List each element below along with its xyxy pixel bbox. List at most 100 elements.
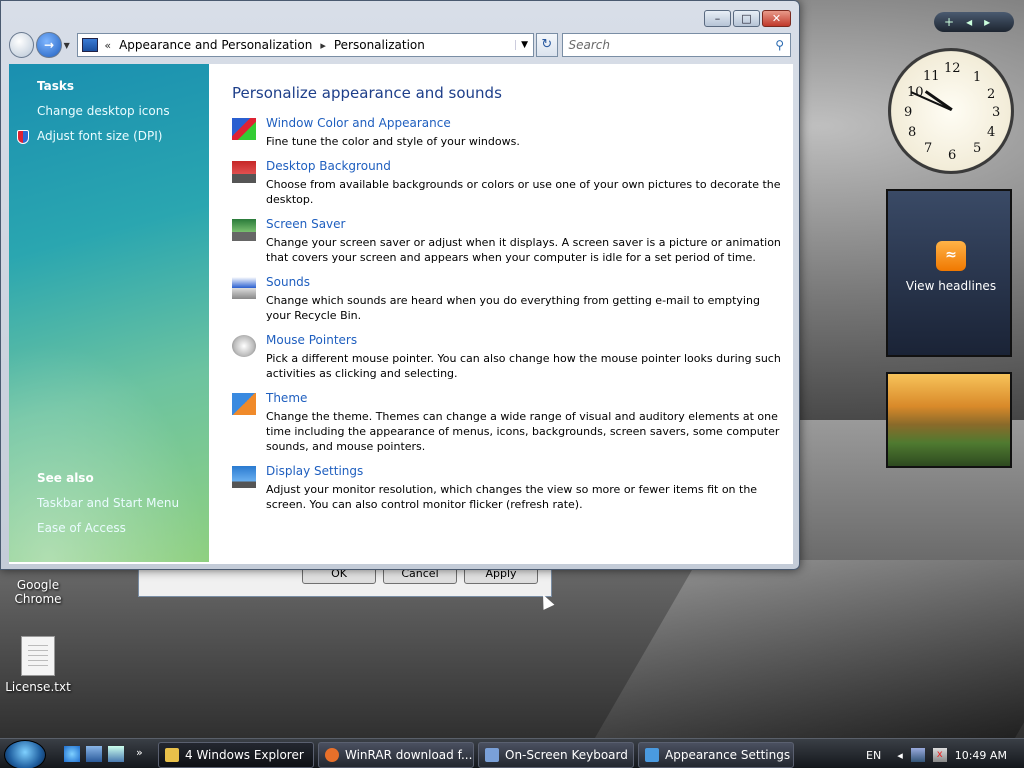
uac-shield-icon — [17, 130, 29, 144]
rss-feed-icon: ≈ — [936, 241, 966, 271]
firefox-icon — [325, 748, 339, 762]
address-bar[interactable]: « Appearance and Personalization ▸ Perso… — [77, 33, 535, 57]
see-also-ease-of-access[interactable]: Ease of Access — [37, 521, 126, 535]
address-dropdown-icon[interactable]: ▼ — [515, 40, 533, 50]
desktop-background-icon — [232, 161, 256, 183]
mouse-pointers-icon — [232, 335, 256, 357]
window-color-icon — [232, 118, 256, 140]
list-item: Mouse Pointers Pick a different mouse po… — [232, 333, 782, 381]
desktop-icon-label: License.txt — [5, 680, 71, 694]
folder-icon — [165, 748, 179, 762]
network-icon[interactable] — [910, 748, 925, 762]
sounds-icon — [232, 277, 256, 299]
internet-explorer-icon[interactable] — [64, 746, 80, 762]
taskbar-button-label: WinRAR download f... — [345, 748, 473, 762]
language-indicator[interactable]: EN — [866, 749, 881, 762]
close-button[interactable]: ✕ — [762, 10, 791, 27]
switch-windows-icon[interactable] — [108, 746, 124, 762]
recent-pages-dropdown-icon[interactable]: ▼ — [64, 41, 74, 50]
mouse-pointers-link[interactable]: Mouse Pointers — [266, 333, 782, 347]
quick-launch-overflow-icon[interactable]: » — [136, 746, 152, 762]
screen-saver-icon — [232, 219, 256, 241]
slideshow-gadget[interactable] — [886, 372, 1012, 468]
tasks-heading: Tasks — [37, 79, 75, 93]
screen-saver-link[interactable]: Screen Saver — [266, 217, 782, 231]
appearance-icon — [645, 748, 659, 762]
item-description: Change your screen saver or adjust when … — [266, 236, 781, 264]
tray-expand-icon[interactable]: ◂ — [897, 749, 903, 762]
desktop-icon-label: Google Chrome — [14, 578, 62, 606]
view-headlines-label[interactable]: View headlines — [888, 279, 1014, 293]
navigation-bar: → ▼ « Appearance and Personalization ▸ P… — [9, 31, 791, 59]
desktop-background-link[interactable]: Desktop Background — [266, 159, 782, 173]
taskbar-button-windows-explorer[interactable]: 4 Windows Explorer — [158, 742, 314, 768]
feed-headlines-gadget[interactable]: ≈ View headlines — [886, 189, 1012, 357]
sidebar-controls: + ◂ ▸ — [934, 12, 1014, 32]
list-item: Display Settings Adjust your monitor res… — [232, 464, 782, 512]
task-change-desktop-icons[interactable]: Change desktop icons — [37, 104, 170, 118]
back-button[interactable] — [9, 32, 35, 58]
breadcrumb-personalization[interactable]: Personalization — [334, 38, 425, 52]
item-description: Choose from available backgrounds or col… — [266, 178, 781, 206]
theme-icon — [232, 393, 256, 415]
taskbar-button-label: 4 Windows Explorer — [185, 748, 304, 762]
display-settings-icon — [232, 466, 256, 488]
item-description: Pick a different mouse pointer. You can … — [266, 352, 781, 380]
clock-number: 12 — [944, 61, 961, 76]
clock-number: 7 — [924, 141, 933, 156]
clock-number: 1 — [973, 70, 982, 85]
tasks-pane: Tasks Change desktop icons Adjust font s… — [9, 64, 209, 562]
desktop-icon-license[interactable]: License.txt — [3, 636, 73, 694]
clock-number: 5 — [973, 141, 982, 156]
search-placeholder: Search — [568, 38, 611, 52]
system-tray: EN ◂ x 10:49 AM — [858, 742, 1024, 768]
main-content: Personalize appearance and sounds Window… — [232, 84, 782, 522]
see-also-taskbar[interactable]: Taskbar and Start Menu — [37, 496, 179, 510]
list-item: Desktop Background Choose from available… — [232, 159, 782, 207]
breadcrumb-separator-icon[interactable]: ▸ — [320, 39, 326, 52]
volume-muted-icon[interactable]: x — [932, 748, 947, 762]
previous-page-icon[interactable]: ◂ — [966, 15, 972, 29]
sounds-link[interactable]: Sounds — [266, 275, 782, 289]
clock-number: 4 — [987, 125, 996, 140]
list-item: Sounds Change which sounds are heard whe… — [232, 275, 782, 323]
display-settings-link[interactable]: Display Settings — [266, 464, 782, 478]
maximize-button[interactable]: □ — [733, 10, 760, 27]
forward-button[interactable]: → — [36, 32, 62, 58]
taskbar-button-winrar[interactable]: WinRAR download f... — [318, 742, 474, 768]
see-also-heading: See also — [37, 471, 94, 485]
breadcrumb-appearance[interactable]: Appearance and Personalization — [119, 38, 312, 52]
list-item: Screen Saver Change your screen saver or… — [232, 217, 782, 265]
taskbar-button-on-screen-keyboard[interactable]: On-Screen Keyboard — [478, 742, 634, 768]
task-adjust-font-size[interactable]: Adjust font size (DPI) — [37, 129, 162, 143]
item-description: Adjust your monitor resolution, which ch… — [266, 483, 758, 511]
start-button[interactable] — [4, 740, 46, 768]
clock-number: 11 — [923, 69, 940, 84]
keyboard-icon — [485, 748, 499, 762]
search-input[interactable]: Search ⚲ — [561, 33, 791, 57]
minimize-button[interactable]: – — [704, 10, 731, 27]
search-icon[interactable]: ⚲ — [775, 38, 784, 52]
item-description: Change which sounds are heard when you d… — [266, 294, 760, 322]
clock-number: 8 — [908, 125, 917, 140]
taskbar-button-label: On-Screen Keyboard — [505, 748, 628, 762]
page-title: Personalize appearance and sounds — [232, 84, 502, 102]
text-file-icon — [21, 636, 55, 676]
add-gadget-button[interactable]: + — [944, 15, 954, 29]
refresh-button[interactable]: ↻ — [536, 33, 558, 57]
caption-buttons: – □ ✕ — [704, 10, 791, 27]
personalization-window: – □ ✕ → ▼ « Appearance and Personalizati… — [0, 0, 800, 570]
theme-link[interactable]: Theme — [266, 391, 782, 405]
clock-number: 2 — [987, 87, 996, 102]
taskbar-clock[interactable]: 10:49 AM — [955, 749, 1007, 762]
taskbar-button-appearance-settings[interactable]: Appearance Settings — [638, 742, 794, 768]
clock-gadget[interactable]: 12 1 2 3 4 5 6 7 8 9 10 11 — [888, 48, 1014, 174]
address-overflow[interactable]: « — [104, 39, 111, 52]
clock-number: 9 — [904, 105, 913, 120]
show-desktop-icon[interactable] — [86, 746, 102, 762]
item-description: Change the theme. Themes can change a wi… — [266, 410, 780, 453]
next-page-icon[interactable]: ▸ — [984, 15, 990, 29]
window-color-link[interactable]: Window Color and Appearance — [266, 116, 782, 130]
clock-number: 3 — [992, 105, 1001, 120]
taskbar: » 4 Windows Explorer WinRAR download f..… — [0, 738, 1024, 768]
